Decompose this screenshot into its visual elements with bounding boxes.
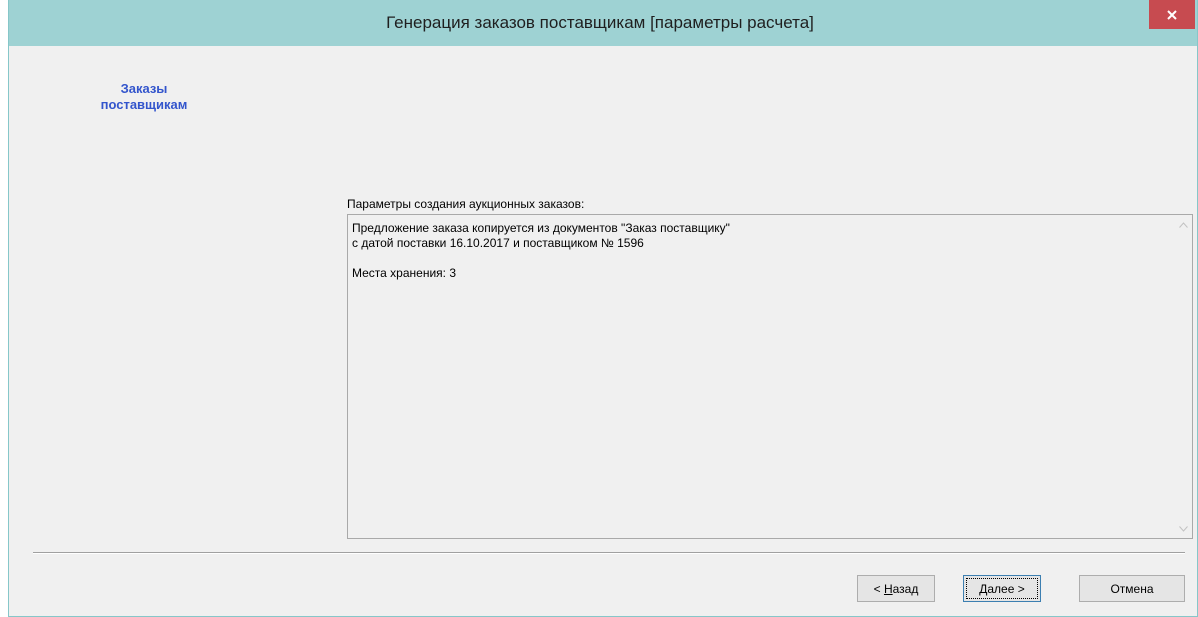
close-icon: [1167, 9, 1177, 20]
back-button[interactable]: < Назад: [857, 575, 935, 602]
wizard-body: Заказы поставщикам Параметры создания ау…: [9, 46, 1197, 616]
step-heading-line2: поставщикам: [100, 97, 188, 112]
back-button-prefix: <: [873, 581, 884, 596]
close-button[interactable]: [1149, 0, 1195, 29]
step-heading-line1: Заказы: [120, 81, 168, 96]
vertical-scrollbar[interactable]: [1175, 215, 1192, 538]
chevron-up-icon: [1179, 221, 1188, 228]
cancel-button[interactable]: Отмена: [1079, 575, 1185, 602]
step-heading: Заказы поставщикам: [79, 81, 209, 113]
separator: [33, 552, 1185, 554]
title-bar[interactable]: Генерация заказов поставщикам [параметры…: [9, 0, 1197, 46]
cancel-button-label: Отмена: [1110, 581, 1154, 596]
params-label: Параметры создания аукционных заказов:: [347, 197, 585, 211]
chevron-down-icon: [1179, 525, 1188, 532]
wizard-window: Генерация заказов поставщикам [параметры…: [8, 0, 1198, 617]
back-button-mnemonic: Н: [883, 581, 893, 596]
window-title: Генерация заказов поставщикам [параметры…: [386, 13, 814, 32]
next-button[interactable]: Далее >: [963, 575, 1041, 602]
scroll-down-button[interactable]: [1175, 520, 1192, 537]
focus-rectangle: [966, 578, 1038, 599]
params-textbox[interactable]: Предложение заказа копируется из докумен…: [347, 214, 1193, 539]
params-text: Предложение заказа копируется из докумен…: [352, 221, 730, 280]
back-button-label: азад: [892, 581, 919, 596]
scroll-up-button[interactable]: [1175, 216, 1192, 233]
